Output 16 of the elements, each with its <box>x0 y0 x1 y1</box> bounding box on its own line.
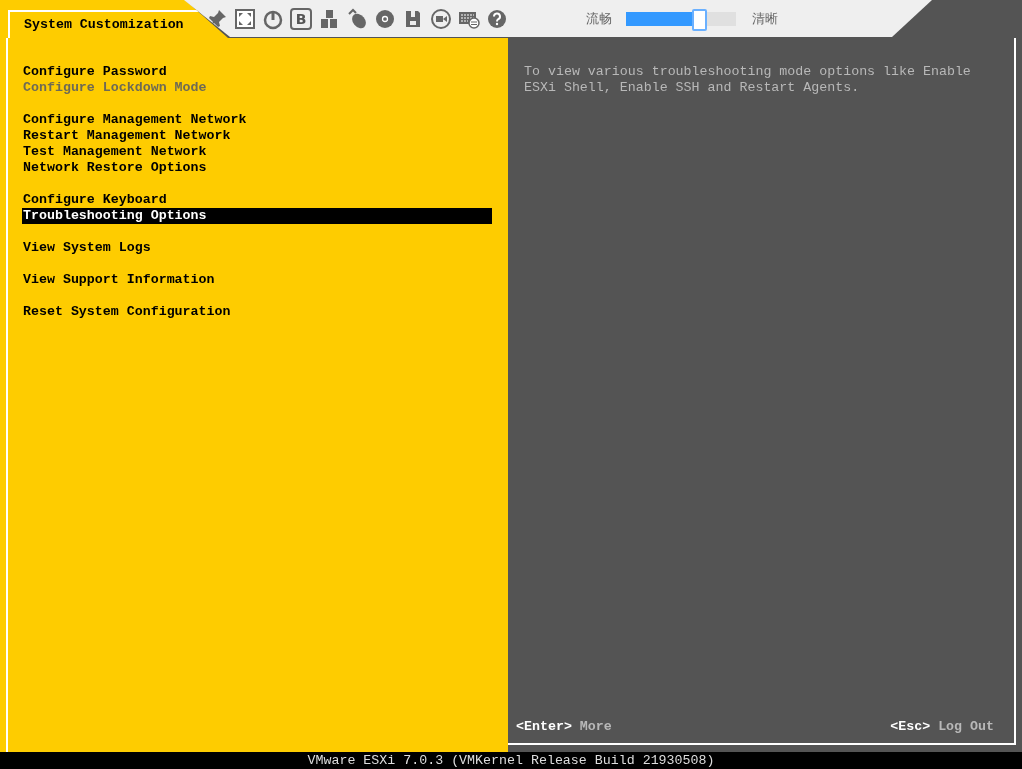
menu-item[interactable]: View Support Information <box>23 272 492 288</box>
letter-button[interactable]: B <box>290 7 312 30</box>
key-hint: <Enter> More <box>516 719 612 735</box>
menu-item[interactable]: Network Restore Options <box>23 160 492 176</box>
menu-item[interactable]: Configure Password <box>23 64 492 80</box>
menu-item[interactable]: Reset System Configuration <box>23 304 492 320</box>
quality-label: 流畅 <box>586 10 612 27</box>
menu-item[interactable]: Test Management Network <box>23 144 492 160</box>
menu-item[interactable]: Restart Management Network <box>23 128 492 144</box>
quality-label: 清晰 <box>752 10 778 27</box>
key-hint: <Esc> Log Out <box>890 719 994 735</box>
description-text: To view various troubleshooting mode options like Enable ESXi Shell, Enable SSH and Restart Agents. <box>524 64 972 96</box>
menu-item[interactable]: Configure Keyboard <box>23 192 492 208</box>
menu-item[interactable]: Configure Management Network <box>23 112 492 128</box>
menu-item[interactable]: View System Logs <box>23 240 492 256</box>
menu-item[interactable]: Troubleshooting Options <box>22 208 492 224</box>
